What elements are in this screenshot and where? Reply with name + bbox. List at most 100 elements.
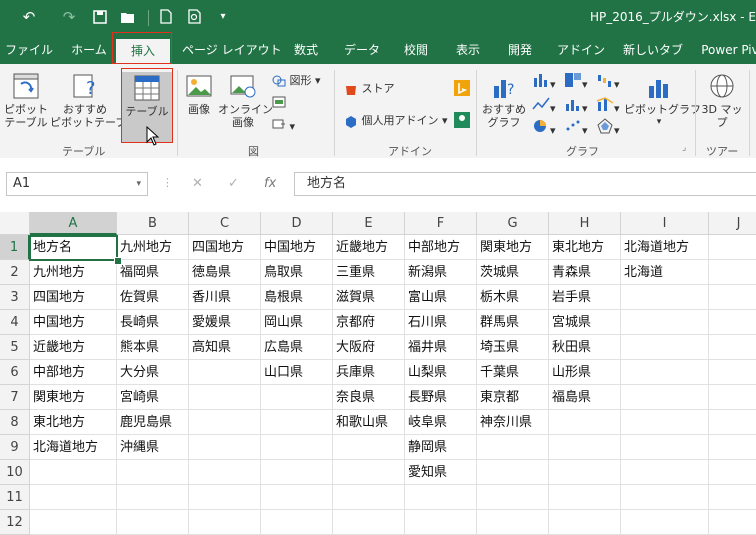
cell-i1[interactable]: 北海道地方 [621,235,709,260]
cell-g4[interactable]: 群馬県 [477,310,549,335]
cell-f7[interactable]: 長野県 [405,385,477,410]
cell-f8[interactable]: 岐阜県 [405,410,477,435]
splitter-icon[interactable]: ⋮ [162,176,173,189]
cell-c2[interactable]: 徳島県 [189,260,261,285]
cell-e12[interactable] [333,510,405,535]
personal-addin-button[interactable]: 個人用アドイン ▾ [344,112,448,128]
cell-f11[interactable] [405,485,477,510]
tab-data[interactable]: データ [338,36,386,64]
column-chart-button[interactable]: ▾ [532,72,556,91]
cell-j11[interactable] [709,485,756,510]
cell-d10[interactable] [261,460,333,485]
cell-j10[interactable] [709,460,756,485]
undo-icon[interactable]: ↶ [18,6,40,28]
cell-h10[interactable] [549,460,621,485]
tab-developer[interactable]: 開発 [500,36,540,64]
cell-d6[interactable]: 山口県 [261,360,333,385]
cell-j3[interactable] [709,285,756,310]
recommended-pivot-button[interactable]: ? おすすめ ピボットテーブル [50,72,137,129]
cell-j12[interactable] [709,510,756,535]
tab-page-layout[interactable]: ページ レイアウト [182,36,282,64]
row-header-5[interactable]: 5 [0,335,30,360]
shapes-button[interactable]: 図形 ▾ [272,72,321,88]
cell-e10[interactable] [333,460,405,485]
cell-c6[interactable] [189,360,261,385]
cell-j5[interactable] [709,335,756,360]
cell-a10[interactable] [30,460,117,485]
cell-a4[interactable]: 中国地方 [30,310,117,335]
row-header-10[interactable]: 10 [0,460,30,485]
new-file-icon[interactable] [156,6,176,28]
cell-j2[interactable] [709,260,756,285]
row-header-11[interactable]: 11 [0,485,30,510]
cell-a3[interactable]: 四国地方 [30,285,117,310]
screenshot-button[interactable]: ▾ [272,118,295,133]
cell-c12[interactable] [189,510,261,535]
cell-b2[interactable]: 福岡県 [117,260,189,285]
row-header-4[interactable]: 4 [0,310,30,335]
tab-power-pivot[interactable]: Power Piv [700,36,756,64]
select-all-button[interactable] [0,212,30,235]
online-image-button[interactable]: オンライン 画像 [218,72,273,129]
cell-g9[interactable] [477,435,549,460]
column-header-c[interactable]: C [189,212,261,235]
enter-icon[interactable]: ✓ [228,176,239,191]
statistic-chart-button[interactable]: ▾ [564,96,588,115]
cell-i4[interactable] [621,310,709,335]
cell-a11[interactable] [30,485,117,510]
tab-review[interactable]: 校閲 [396,36,436,64]
cell-j4[interactable] [709,310,756,335]
cell-e3[interactable]: 滋賀県 [333,285,405,310]
cell-d2[interactable]: 鳥取県 [261,260,333,285]
cell-c11[interactable] [189,485,261,510]
column-header-h[interactable]: H [549,212,621,235]
tab-new-tab[interactable]: 新しいタブ [620,36,686,64]
cell-e11[interactable] [333,485,405,510]
cell-a6[interactable]: 中部地方 [30,360,117,385]
tab-addins[interactable]: アドイン [556,36,606,64]
cell-b4[interactable]: 長崎県 [117,310,189,335]
cell-f10[interactable]: 愛知県 [405,460,477,485]
cell-h3[interactable]: 岩手県 [549,285,621,310]
cell-j8[interactable] [709,410,756,435]
tab-file[interactable]: ファイル [4,36,54,64]
cell-i3[interactable] [621,285,709,310]
smartart-button[interactable] [272,96,286,111]
cell-g8[interactable]: 神奈川県 [477,410,549,435]
name-box-dropdown-icon[interactable]: ▾ [136,173,141,195]
column-header-e[interactable]: E [333,212,405,235]
cell-a5[interactable]: 近畿地方 [30,335,117,360]
cell-g11[interactable] [477,485,549,510]
cell-e9[interactable] [333,435,405,460]
cell-g6[interactable]: 千葉県 [477,360,549,385]
cell-g3[interactable]: 栃木県 [477,285,549,310]
cell-g12[interactable] [477,510,549,535]
cell-i10[interactable] [621,460,709,485]
cell-c4[interactable]: 愛媛県 [189,310,261,335]
cell-b3[interactable]: 佐賀県 [117,285,189,310]
hierarchy-chart-button[interactable]: ▾ [564,72,588,91]
3d-map-button[interactable]: 3D マッ プ [700,72,744,129]
cell-h2[interactable]: 青森県 [549,260,621,285]
cell-c1[interactable]: 四国地方 [189,235,261,260]
cell-c9[interactable] [189,435,261,460]
cell-h1[interactable]: 東北地方 [549,235,621,260]
tab-view[interactable]: 表示 [448,36,488,64]
people-graph-button[interactable] [454,112,470,131]
cell-d7[interactable] [261,385,333,410]
cell-f2[interactable]: 新潟県 [405,260,477,285]
cell-i6[interactable] [621,360,709,385]
cell-b10[interactable] [117,460,189,485]
charts-dialog-launcher-icon[interactable]: ⌟ [682,143,686,153]
cell-c8[interactable] [189,410,261,435]
cell-d12[interactable] [261,510,333,535]
image-button[interactable]: 画像 [182,72,216,116]
row-header-3[interactable]: 3 [0,285,30,310]
tab-home[interactable]: ホーム [64,36,114,64]
cell-d11[interactable] [261,485,333,510]
cell-g7[interactable]: 東京都 [477,385,549,410]
cell-b11[interactable] [117,485,189,510]
cell-b8[interactable]: 鹿児島県 [117,410,189,435]
cell-e2[interactable]: 三重県 [333,260,405,285]
customize-qa-icon[interactable]: ▾ [216,6,230,28]
